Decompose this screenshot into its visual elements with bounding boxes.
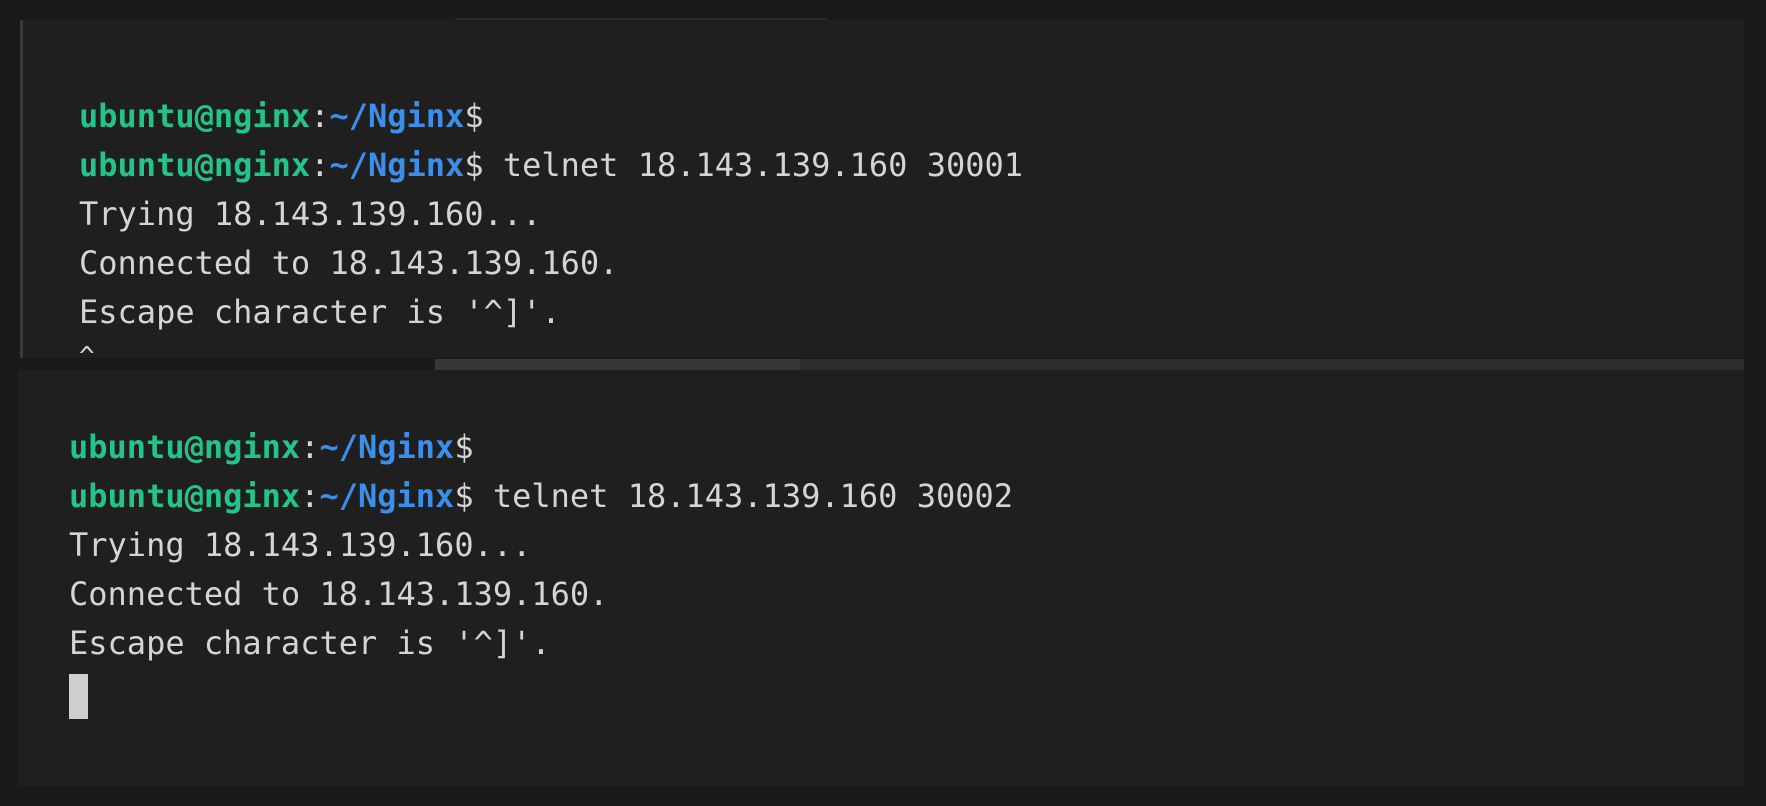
prompt-dollar: $ [464, 97, 484, 135]
prompt-path: ~/Nginx [329, 97, 465, 135]
prompt-line: ubuntu@nginx:~/Nginx$ telnet 18.143.139.… [69, 472, 1013, 521]
terminal-output-bottom: ubuntu@nginx:~/Nginx$ ubuntu@nginx:~/Ngi… [69, 423, 1013, 719]
terminal-output-top: ubuntu@nginx:~/Nginx$ ubuntu@nginx:~/Ngi… [79, 92, 1023, 377]
terminal-cursor [69, 673, 88, 719]
prompt-colon: : [310, 97, 330, 135]
prompt-colon: : [300, 477, 320, 515]
output-line: Trying 18.143.139.160... [69, 526, 532, 564]
output-line: Escape character is '^]'. [69, 624, 551, 662]
prompt-line: ubuntu@nginx:~/Nginx$ telnet 18.143.139.… [79, 141, 1023, 190]
prompt-dollar: $ [464, 146, 484, 184]
terminal-pane-top[interactable]: ubuntu@nginx:~/Nginx$ ubuntu@nginx:~/Ngi… [20, 20, 1744, 372]
output-line: Escape character is '^]'. [79, 293, 561, 331]
prompt-user-host: ubuntu@nginx [79, 97, 311, 135]
prompt-command: telnet 18.143.139.160 30001 [483, 146, 1024, 184]
prompt-line: ubuntu@nginx:~/Nginx$ [69, 423, 1013, 472]
prompt-colon: : [300, 428, 320, 466]
prompt-user-host: ubuntu@nginx [79, 146, 311, 184]
prompt-line: ubuntu@nginx:~/Nginx$ [79, 92, 1023, 141]
prompt-dollar: $ [454, 428, 474, 466]
prompt-user-host: ubuntu@nginx [69, 428, 301, 466]
prompt-colon: : [310, 146, 330, 184]
output-line: Connected to 18.143.139.160. [69, 575, 609, 613]
prompt-user-host: ubuntu@nginx [69, 477, 301, 515]
prompt-path: ~/Nginx [329, 146, 465, 184]
prompt-command: telnet 18.143.139.160 30002 [473, 477, 1014, 515]
terminal-pane-bottom[interactable]: ubuntu@nginx:~/Nginx$ ubuntu@nginx:~/Ngi… [18, 370, 1744, 786]
terminal-window: ubuntu@nginx:~/Nginx$ ubuntu@nginx:~/Ngi… [0, 0, 1766, 806]
prompt-path: ~/Nginx [319, 477, 455, 515]
output-line: Connected to 18.143.139.160. [79, 244, 619, 282]
prompt-path: ~/Nginx [319, 428, 455, 466]
prompt-dollar: $ [454, 477, 474, 515]
cursor-line[interactable] [69, 668, 1013, 719]
output-line: Trying 18.143.139.160... [79, 195, 542, 233]
